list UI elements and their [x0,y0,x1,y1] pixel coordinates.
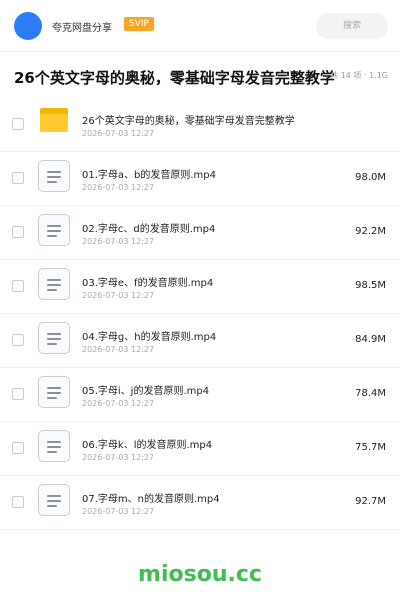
file-size: 75.7M [355,442,386,453]
video-file-icon [38,484,70,516]
file-date: 2026-07-03 12:27 [82,291,155,300]
list-item-file[interactable]: 02.字母c、d的发音原则.mp4 2026-07-03 12:27 92.2M [0,206,400,260]
file-size: 92.7M [355,496,386,507]
search-button[interactable]: 搜索 [316,13,388,39]
file-size: 92.2M [355,226,386,237]
file-size: 84.9M [355,334,386,345]
list-item-file[interactable]: 05.字母i、j的发音原则.mp4 2026-07-03 12:27 78.4M [0,368,400,422]
checkbox[interactable] [12,226,24,238]
file-date: 2026-07-03 12:27 [82,453,155,462]
file-name: 07.字母m、n的发音原则.mp4 [82,494,220,505]
list-item-file[interactable]: 03.字母e、f的发音原则.mp4 2026-07-03 12:27 98.5M [0,260,400,314]
checkbox[interactable] [12,118,24,130]
file-size: 98.0M [355,172,386,183]
video-file-icon [38,322,70,354]
video-file-icon [38,376,70,408]
file-name: 04.字母g、h的发音原则.mp4 [82,332,217,343]
file-name: 05.字母i、j的发音原则.mp4 [82,386,210,397]
folder-name: 26个英文字母的奥秘，零基础字母发音完整教学 [82,116,295,127]
file-size: 98.5M [355,280,386,291]
watermark: miosou.cc [138,562,262,587]
page-title: 26个英文字母的奥秘，零基础字母发音完整教学 [14,69,335,87]
file-date: 2026-07-03 12:27 [82,399,155,408]
file-date: 2026-07-03 12:27 [82,183,155,192]
brand-name: 夸克网盘分享 [52,23,112,34]
list-item-file[interactable]: 07.字母m、n的发音原则.mp4 2026-07-03 12:27 92.7M [0,476,400,530]
file-name: 02.字母c、d的发音原则.mp4 [82,224,216,235]
list-item-file[interactable]: 01.字母a、b的发音原则.mp4 2026-07-03 12:27 98.0M [0,152,400,206]
file-date: 2026-07-03 12:27 [82,345,155,354]
share-meta: 共 14 项 · 1.1G [330,71,388,80]
list-item-folder[interactable]: 26个英文字母的奥秘，零基础字母发音完整教学 2026-07-03 12:27 [0,98,400,152]
list-item-file[interactable]: 04.字母g、h的发音原则.mp4 2026-07-03 12:27 84.9M [0,314,400,368]
file-date: 2026-07-03 12:27 [82,237,155,246]
folder-icon [40,108,68,132]
list-item-file[interactable]: 06.字母k、l的发音原则.mp4 2026-07-03 12:27 75.7M [0,422,400,476]
folder-date: 2026-07-03 12:27 [82,129,155,138]
file-list: 26个英文字母的奥秘，零基础字母发音完整教学 2026-07-03 12:27 … [0,98,400,530]
file-name: 03.字母e、f的发音原则.mp4 [82,278,214,289]
video-file-icon [38,430,70,462]
file-date: 2026-07-03 12:27 [82,507,155,516]
video-file-icon [38,160,70,192]
header-bar: 夸克网盘分享 SVIP 搜索 [0,0,400,52]
checkbox[interactable] [12,388,24,400]
file-name: 06.字母k、l的发音原则.mp4 [82,440,213,451]
avatar[interactable] [14,12,42,40]
svip-badge: SVIP [124,17,154,31]
file-name: 01.字母a、b的发音原则.mp4 [82,170,217,181]
checkbox[interactable] [12,442,24,454]
checkbox[interactable] [12,172,24,184]
video-file-icon [38,268,70,300]
checkbox[interactable] [12,280,24,292]
video-file-icon [38,214,70,246]
checkbox[interactable] [12,334,24,346]
checkbox[interactable] [12,496,24,508]
file-size: 78.4M [355,388,386,399]
title-row: 26个英文字母的奥秘，零基础字母发音完整教学 共 14 项 · 1.1G [0,52,400,98]
